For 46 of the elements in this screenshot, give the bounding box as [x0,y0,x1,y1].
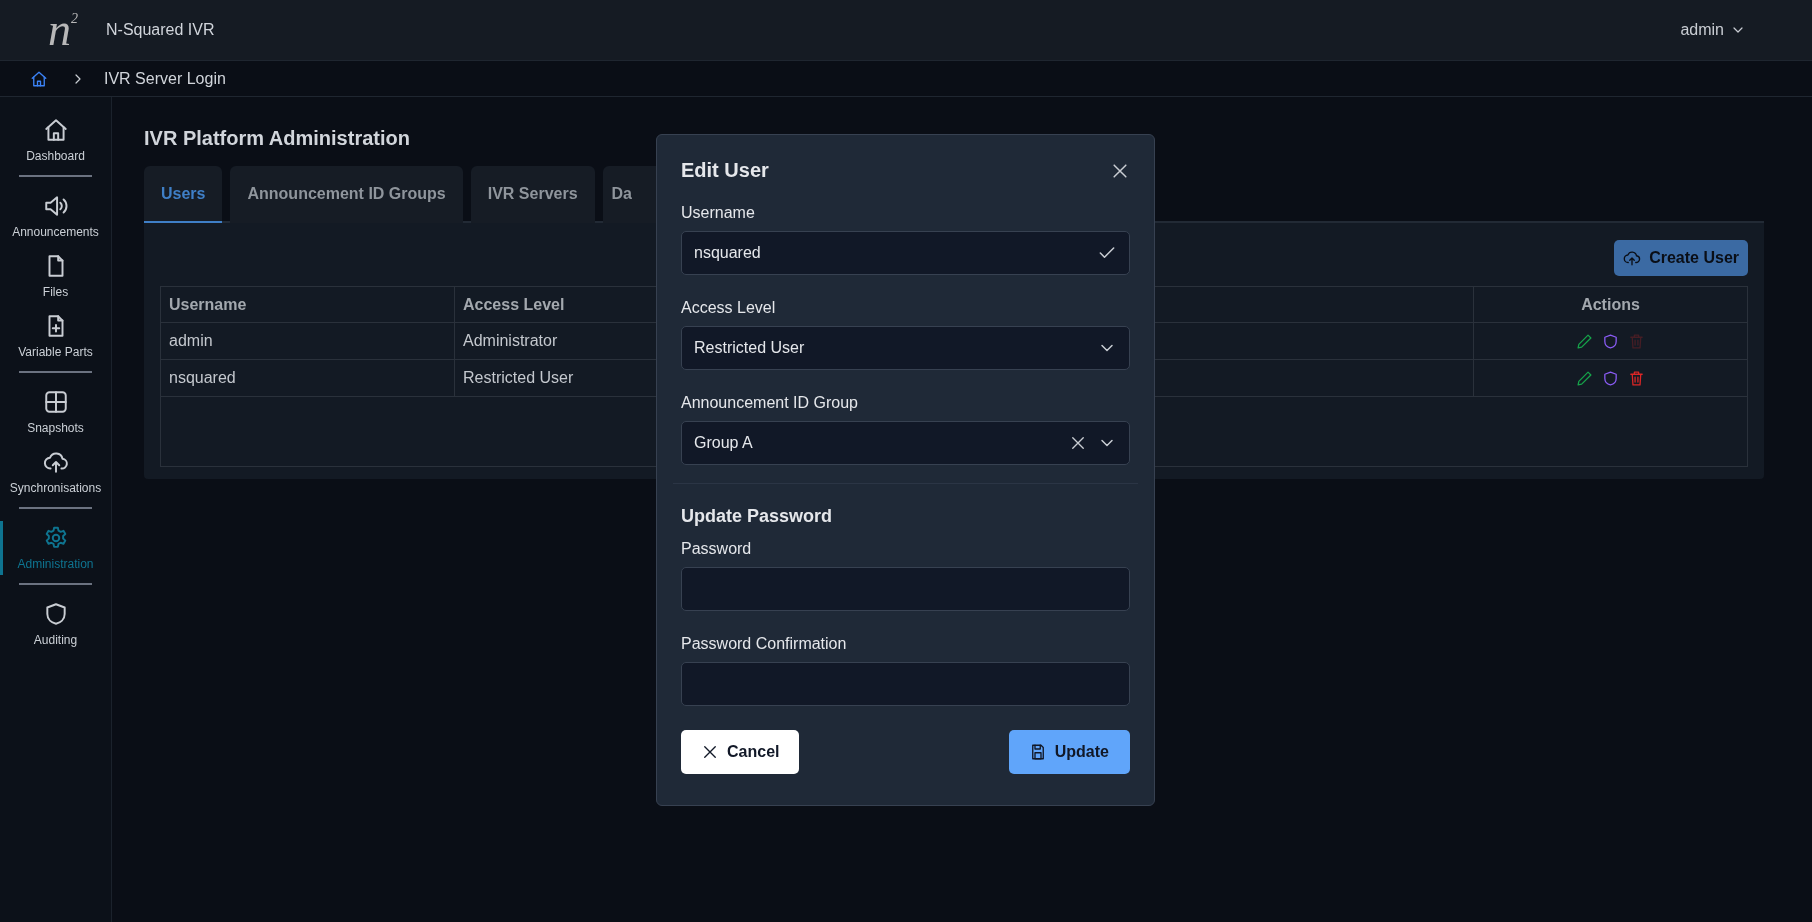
user-menu[interactable]: admin [1680,21,1746,39]
home-icon[interactable] [30,69,48,88]
home-icon [42,117,69,143]
sidebar-item[interactable]: Administration [0,521,108,575]
pencil-icon[interactable] [1576,370,1593,388]
input-field[interactable]: nsquared [681,231,1130,275]
dropdown[interactable]: Restricted User [681,326,1130,370]
trash-icon[interactable] [1628,370,1645,388]
field-label: Password [681,540,753,558]
section-title: Update Password [681,506,834,527]
sidebar-item[interactable]: Synchronisations [0,445,108,499]
cloud-upload-icon [42,449,69,475]
tab[interactable]: Announcement ID Groups [230,166,463,223]
field-label: Username [681,204,756,222]
input-field[interactable] [681,567,1130,611]
column-header: Actions [1473,286,1748,323]
update-button[interactable]: Update [1008,730,1130,774]
breadcrumb-item[interactable]: IVR Server Login [104,69,226,88]
clear-icon[interactable] [1069,434,1087,452]
page-title: IVR Platform Administration [144,127,411,150]
cloud-upload-icon [1623,249,1642,267]
cancel-button[interactable]: Cancel [681,730,800,774]
close-icon [701,743,719,761]
logo: n$^{2}$ [48,7,79,53]
sidebar-item[interactable]: Variable Parts [0,309,108,363]
column-header: Username [160,286,455,323]
dropdown[interactable]: Group A [681,421,1130,465]
sidebar-item[interactable]: Auditing [0,597,108,651]
field-label: Announcement ID Group [681,394,859,412]
app-name: N-Squared IVR [106,21,215,39]
field-label: Access Level [681,299,777,317]
sidebar-item[interactable]: Files [0,249,108,303]
shield-icon[interactable] [1602,333,1619,351]
shield-icon[interactable] [1602,370,1619,388]
sidebar-item[interactable]: Announcements [0,189,108,243]
tab[interactable]: IVR Servers [470,166,595,223]
table-cell: nsquared [160,359,455,397]
sidebar-item[interactable]: Dashboard [0,113,108,167]
field-label: Password Confirmation [681,635,848,653]
tab[interactable]: Users [144,166,223,223]
pencil-icon[interactable] [1576,333,1593,351]
table-cell: admin [160,322,455,360]
grid-icon [42,389,69,415]
sidebar-item[interactable]: Snapshots [0,385,108,439]
input-field[interactable] [681,662,1130,706]
dialog-title: Edit User [681,159,769,182]
